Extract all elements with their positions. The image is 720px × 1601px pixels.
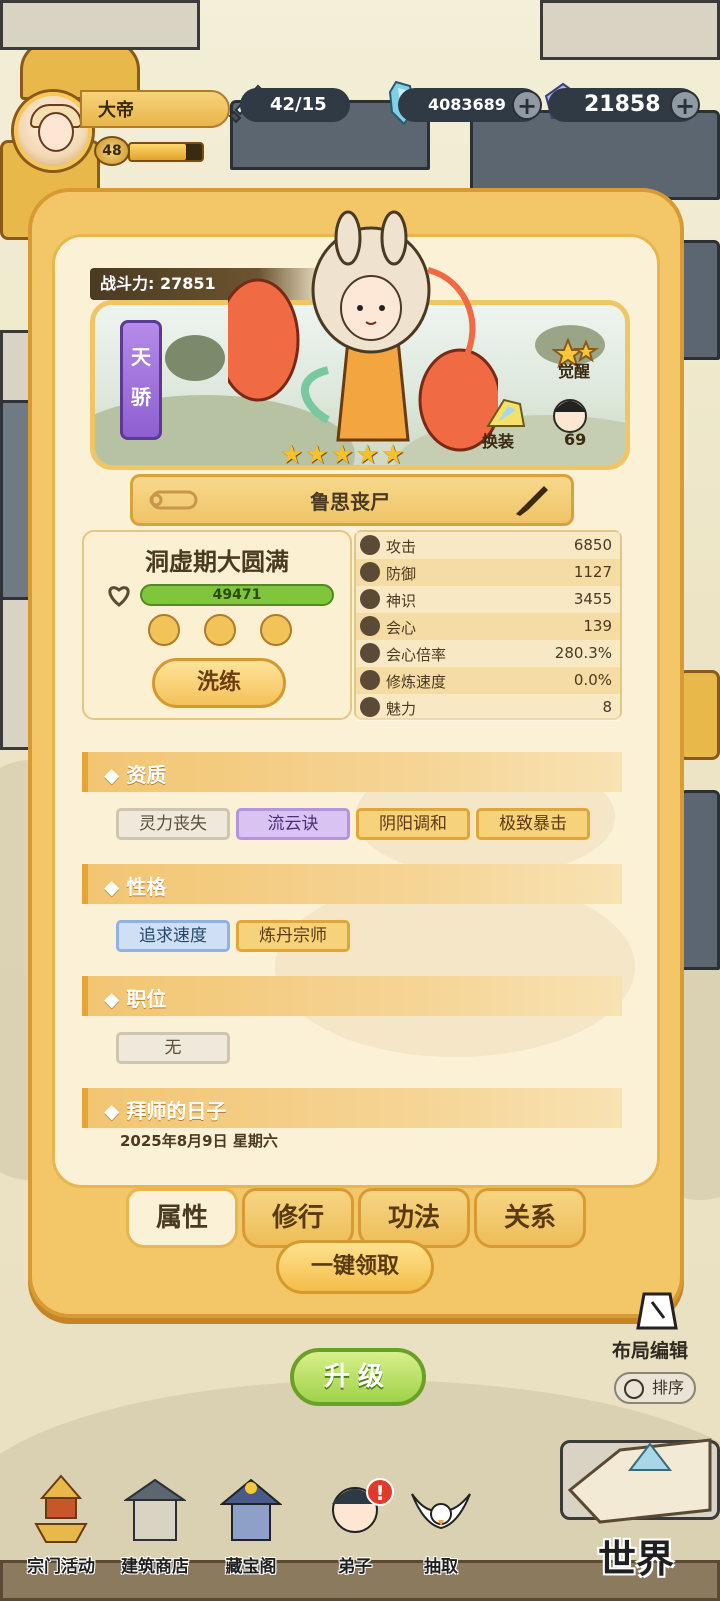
refresh-icon — [624, 1379, 644, 1399]
personality-title: ◆ 性格 — [104, 875, 167, 899]
stat-label: 攻击 — [386, 538, 417, 556]
stat-icon — [360, 670, 380, 690]
stat-label: 魅力 — [386, 700, 417, 718]
hero-character-art — [228, 210, 498, 452]
nav-sect-activity[interactable]: 宗门活动 — [16, 1470, 106, 1600]
nav-label: 建筑商店 — [121, 1557, 189, 1577]
nav-label: 抽取 — [424, 1557, 458, 1577]
add-gem-button[interactable]: + — [670, 90, 700, 120]
gem-value: 21858 — [584, 92, 661, 117]
aptitude-tag[interactable]: 流云诀 — [236, 808, 350, 840]
tab-attributes[interactable]: 属性 — [126, 1188, 238, 1248]
rename-brush-icon[interactable] — [514, 484, 550, 518]
stat-row: 会心倍率 280.3% — [356, 640, 620, 667]
player-level-badge: 48 — [94, 136, 130, 166]
hp-bar: 49471 — [140, 584, 334, 606]
nav-building-shop[interactable]: 建筑商店 — [110, 1470, 200, 1600]
stat-label: 会心倍率 — [386, 646, 447, 664]
personality-tag[interactable]: 炼丹宗师 — [236, 920, 350, 952]
skill-sword-icon[interactable] — [204, 614, 236, 646]
position-tag: 无 — [116, 1032, 230, 1064]
pagoda-icon — [34, 1474, 88, 1543]
stat-icon — [360, 643, 380, 663]
nav-label: 弟子 — [338, 1557, 372, 1577]
shop-building-icon — [124, 1478, 186, 1541]
scroll-icon — [149, 490, 198, 510]
treasure-pavilion-icon — [220, 1478, 282, 1541]
sort-label: 排序 — [652, 1378, 685, 1397]
awaken-label[interactable]: 觉醒 — [558, 358, 590, 382]
upgrade-button[interactable]: 升级 — [290, 1348, 426, 1406]
gem-counter: 21858 + — [548, 88, 700, 122]
refine-button[interactable]: 洗练 — [152, 658, 286, 708]
exp-bar — [128, 142, 204, 162]
nav-disciples[interactable]: ! 弟子 — [310, 1470, 400, 1600]
aptitude-tag[interactable]: 阴阳调和 — [356, 808, 470, 840]
stat-icon — [360, 562, 380, 582]
aptitude-tag[interactable]: 灵力丧失 — [116, 808, 230, 840]
layout-edit-label[interactable]: 布局编辑 — [612, 1336, 688, 1363]
spirit-stone-counter: 4083689 + — [398, 88, 542, 122]
heart-icon — [108, 586, 130, 607]
stat-row: 会心 139 — [356, 613, 620, 640]
stat-row: 神识 3455 — [356, 586, 620, 613]
stat-value: 6850 — [573, 536, 612, 554]
disciple-count: 69 — [564, 430, 587, 449]
aptitude-tag[interactable]: 极致暴击 — [476, 808, 590, 840]
star-rating: ★★★★★ — [280, 440, 407, 470]
skill-staff-icon[interactable] — [148, 614, 180, 646]
stat-icon — [360, 589, 380, 609]
disciple-alert-badge: ! — [366, 1478, 394, 1506]
stat-value: 280.3% — [554, 644, 612, 662]
stat-icon — [360, 697, 380, 717]
stat-label: 防御 — [386, 565, 417, 583]
dress-up-label[interactable]: 换装 — [482, 428, 514, 452]
world-map-icon[interactable] — [560, 1430, 720, 1530]
spirit-stone-value: 4083689 — [428, 95, 506, 114]
player-name: 大帝 — [98, 100, 134, 121]
cultivation-realm: 洞虚期大圆满 — [145, 548, 289, 576]
stat-icon — [360, 616, 380, 636]
sort-button[interactable]: 排序 — [614, 1372, 696, 1404]
personality-tag[interactable]: 追求速度 — [116, 920, 230, 952]
nav-label: 藏宝阁 — [225, 1557, 277, 1577]
nav-treasure-pavilion[interactable]: 藏宝阁 — [206, 1470, 296, 1600]
stat-value: 1127 — [573, 563, 612, 581]
energy-value: 42/15 — [270, 94, 327, 115]
add-spirit-stone-button[interactable]: + — [512, 90, 542, 120]
top-hud: 大帝 48 42/15 4083689 + 21858 + — [0, 0, 720, 180]
stat-label: 会心 — [386, 619, 417, 637]
stat-value: 8 — [602, 698, 612, 716]
tab-techniques[interactable]: 功法 — [358, 1188, 470, 1248]
nav-label: 宗门活动 — [27, 1557, 95, 1577]
nav-draw[interactable]: 抽取 — [396, 1470, 486, 1600]
crane-bird-icon — [411, 1493, 471, 1530]
tab-relations[interactable]: 关系 — [474, 1188, 586, 1248]
world-label[interactable]: 世界 — [598, 1528, 674, 1583]
exp-bar-fill — [130, 144, 187, 160]
stat-label: 修炼速度 — [386, 673, 447, 691]
claim-all-button[interactable]: 一键领取 — [276, 1240, 434, 1294]
stat-row: 魅力 8 — [356, 694, 620, 721]
tab-cultivation[interactable]: 修行 — [242, 1188, 354, 1248]
disciple-face-icon[interactable] — [548, 394, 592, 434]
skill-flame-icon[interactable] — [260, 614, 292, 646]
stat-icon — [360, 535, 380, 555]
stat-value: 139 — [583, 617, 612, 635]
stat-row: 攻击 6850 — [356, 532, 620, 559]
aptitude-title: ◆ 资质 — [104, 763, 167, 787]
hero-name: 鲁思丧尸 — [310, 490, 390, 514]
stat-value: 3455 — [573, 590, 612, 608]
dress-up-icon[interactable] — [484, 396, 528, 432]
stat-row: 修炼速度 0.0% — [356, 667, 620, 694]
rank-tag: 天骄 — [120, 320, 162, 440]
apprentice-date: 2025年8月9日 星期六 — [120, 1132, 278, 1150]
position-title: ◆ 职位 — [104, 987, 167, 1011]
apprentice-date-title: ◆ 拜师的日子 — [104, 1099, 227, 1123]
stat-label: 神识 — [386, 592, 417, 610]
stat-row: 防御 1127 — [356, 559, 620, 586]
energy-counter: 42/15 — [240, 88, 350, 122]
stat-value: 0.0% — [573, 671, 612, 689]
layout-edit-icon[interactable] — [624, 1288, 694, 1334]
